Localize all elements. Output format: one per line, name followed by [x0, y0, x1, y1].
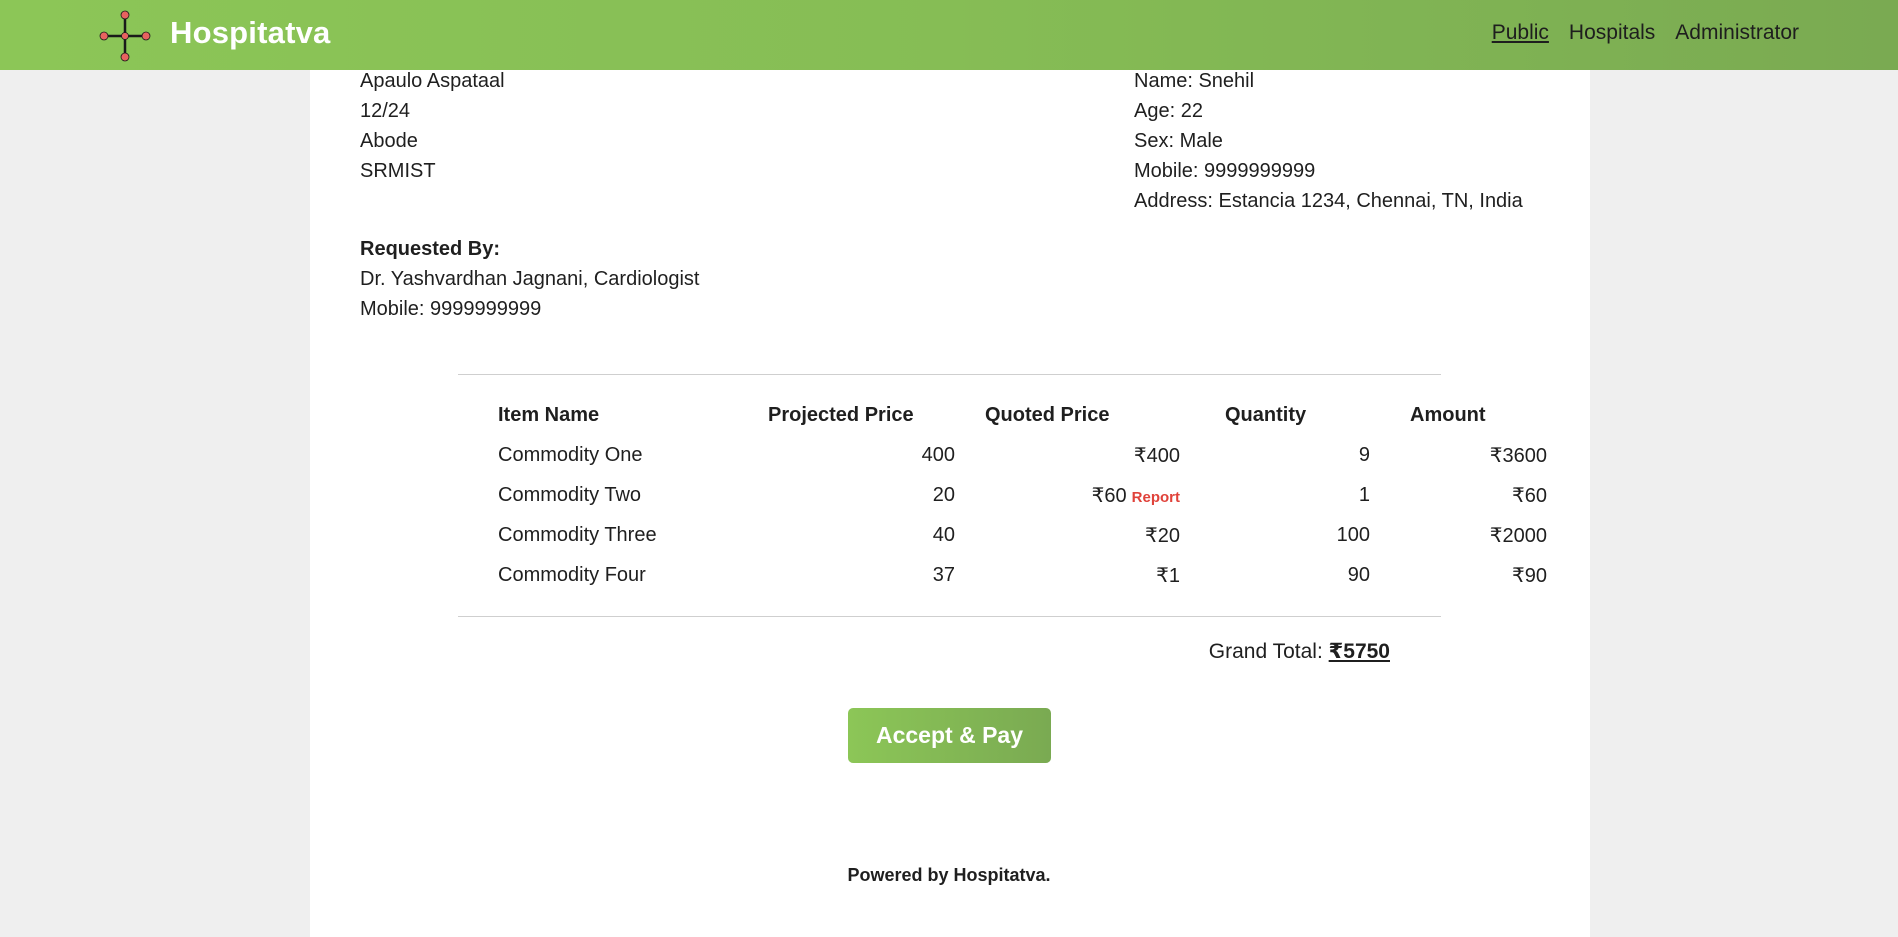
hospital-address-line: Abode — [360, 130, 418, 152]
item-name: Commodity Three — [498, 523, 657, 546]
quoted-price: ₹400 — [1133, 444, 1180, 467]
quoted-price: ₹60 — [1091, 484, 1127, 507]
table-header-row: Item Name Projected Price Quoted Price Q… — [486, 395, 1547, 435]
grand-total-label: Grand Total: — [1208, 640, 1329, 663]
item-name: Commodity Four — [498, 563, 646, 586]
cross-node-logo-icon[interactable] — [99, 10, 151, 62]
top-navbar: Hospitatva Public Hospitals Administrato… — [0, 0, 1898, 70]
projected-price: 20 — [932, 483, 955, 506]
projected-price: 400 — [921, 443, 955, 466]
patient-address: Address: Estancia 1234, Chennai, TN, Ind… — [1134, 190, 1523, 212]
patient-details: Name: Snehil Age: 22 Sex: Male Mobile: 9… — [1134, 66, 1523, 216]
items-table: Item Name Projected Price Quoted Price Q… — [486, 395, 1547, 595]
quantity: 100 — [1336, 523, 1370, 546]
footer-credit: Powered by Hospitatva. — [847, 865, 1051, 885]
hospital-name: Apaulo Aspataal — [360, 70, 505, 92]
table-row: Commodity Three 40 ₹20 100 ₹2000 — [486, 515, 1547, 555]
table-bottom-divider — [458, 616, 1441, 617]
report-link[interactable]: Report — [1132, 489, 1180, 506]
projected-price: 37 — [932, 563, 955, 586]
amount: ₹2000 — [1489, 524, 1547, 547]
nav-link-public[interactable]: Public — [1492, 21, 1549, 45]
table-top-divider — [458, 374, 1441, 375]
nav-link-administrator[interactable]: Administrator — [1675, 21, 1799, 45]
hospital-address: Apaulo Aspataal 12/24 Abode SRMIST — [360, 66, 505, 186]
patient-sex: Sex: Male — [1134, 130, 1223, 152]
header-projected-price: Projected Price — [768, 403, 914, 426]
hospital-address-line: SRMIST — [360, 160, 436, 182]
patient-name: Name: Snehil — [1134, 70, 1255, 92]
brand-name[interactable]: Hospitatva — [170, 15, 330, 51]
quoted-price-cell: ₹60 Report — [955, 475, 1180, 515]
table-row: Commodity Four 37 ₹1 90 ₹90 — [486, 555, 1547, 595]
hospital-address-line: 12/24 — [360, 100, 411, 122]
nav-link-hospitals[interactable]: Hospitals — [1569, 21, 1655, 45]
item-name: Commodity One — [498, 443, 643, 466]
header-quantity: Quantity — [1225, 403, 1307, 426]
patient-mobile: Mobile: 9999999999 — [1134, 160, 1316, 182]
item-name: Commodity Two — [498, 483, 642, 506]
nav-links: Public Hospitals Administrator — [1492, 21, 1799, 45]
quoted-price: ₹20 — [1145, 524, 1180, 547]
quoted-price: ₹1 — [1156, 564, 1180, 587]
grand-total-value: ₹5750 — [1328, 640, 1390, 663]
amount: ₹90 — [1512, 564, 1547, 587]
quantity: 90 — [1347, 563, 1370, 586]
requester-doctor: Dr. Yashvardhan Jagnani, Cardiologist — [360, 268, 700, 290]
requester-mobile: Mobile: 9999999999 — [360, 298, 542, 320]
table-row: Commodity Two 20 ₹60 Report 1 ₹60 — [486, 475, 1547, 515]
table-row: Commodity One 400 ₹400 9 ₹3600 — [486, 435, 1547, 475]
header-quoted-price: Quoted Price — [985, 403, 1110, 426]
quantity: 1 — [1358, 483, 1370, 506]
patient-age: Age: 22 — [1134, 100, 1203, 122]
grand-total: Grand Total: ₹5750 — [1209, 639, 1390, 664]
requested-by-label: Requested By: — [360, 238, 501, 260]
quantity: 9 — [1358, 443, 1370, 466]
projected-price: 40 — [932, 523, 955, 546]
amount: ₹3600 — [1489, 444, 1547, 467]
amount: ₹60 — [1512, 484, 1547, 507]
accept-and-pay-button[interactable]: Accept & Pay — [848, 708, 1051, 763]
requester-details: Requested By: Dr. Yashvardhan Jagnani, C… — [360, 234, 699, 324]
header-item-name: Item Name — [498, 403, 600, 426]
header-amount: Amount — [1410, 403, 1486, 426]
